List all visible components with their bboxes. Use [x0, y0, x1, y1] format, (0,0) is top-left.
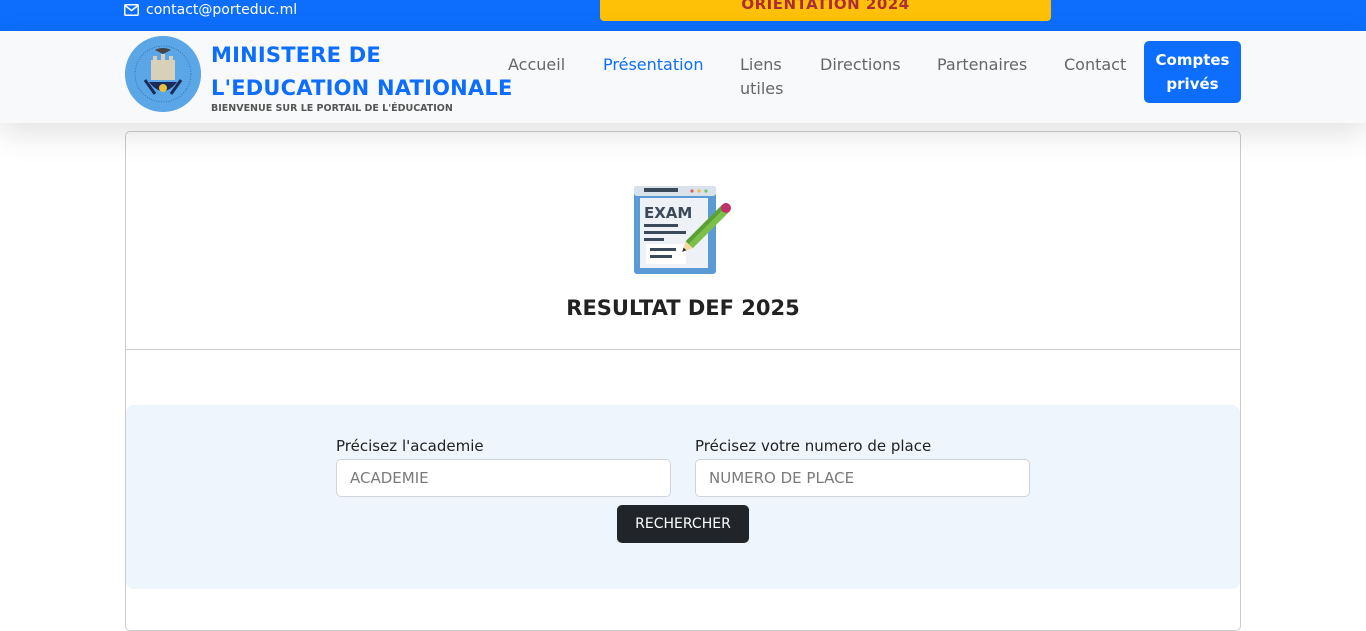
result-card: EXAM RESULTAT DEF 2025 Précisez l'academ… — [125, 131, 1241, 631]
comptes-prives-label: Comptes privés — [1155, 51, 1230, 93]
comptes-prives-button[interactable]: Comptes privés — [1144, 41, 1241, 103]
exam-icon-text: EXAM — [644, 204, 692, 222]
nav-item-liens-utiles[interactable]: Liens utiles — [740, 53, 788, 101]
search-form: Précisez l'academie Précisez votre numer… — [126, 405, 1240, 589]
nav-item-partenaires[interactable]: Partenaires — [937, 53, 1027, 77]
mali-coat-of-arms-logo[interactable] — [125, 36, 201, 112]
contact-email-text: contact@porteduc.ml — [146, 2, 298, 18]
orientation-button[interactable]: ORIENTATION 2024 — [600, 0, 1051, 21]
nav-item-directions[interactable]: Directions — [820, 53, 901, 77]
card-header: EXAM RESULTAT DEF 2025 — [126, 132, 1240, 350]
navbar: MINISTERE DE L'EDUCATION NATIONALE BIENV… — [0, 31, 1366, 123]
top-bar: contact@porteduc.ml ORIENTATION 2024 — [0, 0, 1366, 31]
academy-input[interactable] — [336, 459, 671, 497]
contact-email[interactable]: contact@porteduc.ml — [124, 1, 297, 19]
page-title: RESULTAT DEF 2025 — [566, 296, 800, 320]
place-number-input[interactable] — [695, 459, 1030, 497]
search-button[interactable]: RECHERCHER — [617, 505, 749, 543]
place-number-label: Précisez votre numero de place — [695, 437, 932, 455]
exam-icon: EXAM — [632, 184, 736, 280]
academy-label: Précisez l'academie — [336, 437, 484, 455]
envelope-icon — [124, 4, 139, 16]
nav-item-presentation[interactable]: Présentation — [603, 53, 703, 77]
nav-item-contact[interactable]: Contact — [1064, 53, 1126, 77]
brand-subtitle: BIENVENUE SUR LE PORTAIL DE L'ÉDUCATION — [211, 103, 453, 114]
brand-title[interactable]: MINISTERE DE L'EDUCATION NATIONALE — [211, 39, 541, 105]
nav-item-accueil[interactable]: Accueil — [508, 53, 565, 77]
